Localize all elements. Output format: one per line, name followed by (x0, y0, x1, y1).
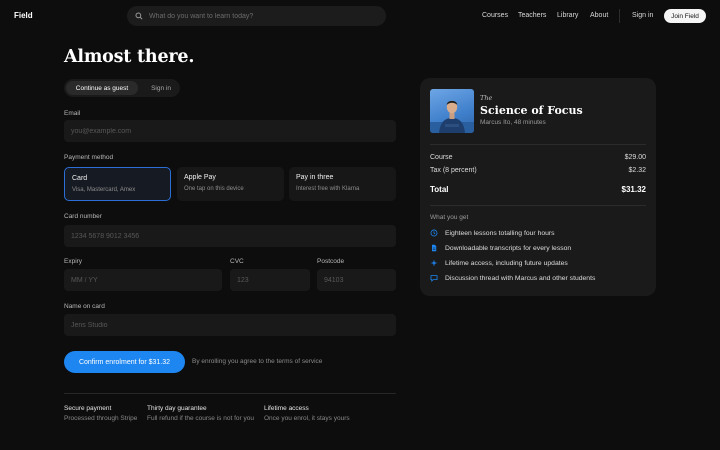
card-number-label: Card number (64, 213, 102, 220)
total-value: $31.32 (621, 185, 646, 194)
payment-option-subtitle: One tap on this device (184, 186, 244, 192)
course-eyebrow: The (480, 94, 493, 102)
chat-icon (430, 275, 438, 282)
feature-title-secure-payment: Secure payment (64, 405, 112, 412)
search-input[interactable] (149, 12, 369, 20)
benefit-item: Eighteen lessons totalling four hours (430, 229, 555, 237)
logo[interactable]: Field (14, 11, 33, 20)
confirm-enrolment-button[interactable]: Confirm enrolment for $31.32 (64, 351, 185, 373)
divider (430, 144, 646, 145)
course-price-value: $29.00 (624, 154, 646, 161)
tax-label: Tax (8 percent) (430, 167, 477, 174)
payment-option-subtitle: Interest free with Klarna (296, 186, 360, 192)
instructor-photo (430, 100, 474, 133)
benefit-item: Downloadable transcripts for every lesso… (430, 244, 571, 252)
feature-title-lifetime-access: Lifetime access (264, 405, 309, 412)
sign-in-tab[interactable]: Sign in (144, 81, 178, 95)
course-price-label: Course (430, 154, 453, 161)
payment-option-title: Pay in three (296, 174, 334, 181)
payment-option-title: Apple Pay (184, 174, 216, 181)
expiry-label: Expiry (64, 258, 83, 265)
benefit-text: Downloadable transcripts for every lesso… (445, 244, 572, 252)
checkout-mode-toggle: Continue as guest Sign in (64, 79, 180, 97)
email-field[interactable] (64, 120, 396, 142)
tax-value: $2.32 (628, 167, 646, 174)
payment-option-card[interactable]: Card Visa, Mastercard, Amex (64, 167, 171, 201)
cvc-field[interactable] (230, 269, 310, 291)
continue-as-guest-tab[interactable]: Continue as guest (66, 81, 138, 95)
order-summary-card: The Science of Focus Marcus Ito, 48 minu… (420, 78, 656, 296)
top-navigation: Field Courses Teachers Library About Sig… (0, 0, 720, 32)
payment-option-subtitle: Visa, Mastercard, Amex (72, 187, 136, 193)
postcode-label: Postcode (317, 258, 345, 265)
page-title: Almost there. (64, 47, 195, 67)
payment-option-title: Card (72, 175, 88, 182)
divider (430, 205, 646, 206)
nav-link-library[interactable]: Library (557, 12, 578, 19)
cvc-label: CVC (230, 258, 244, 265)
payment-option-pay-in-three[interactable]: Pay in three Interest free with Klarna (289, 167, 396, 201)
card-number-field[interactable] (64, 225, 396, 247)
course-meta: Marcus Ito, 48 minutes (480, 119, 546, 126)
benefit-text: Lifetime access, including future update… (445, 259, 568, 267)
sign-in-link[interactable]: Sign in (632, 12, 653, 19)
course-thumbnail (430, 89, 474, 133)
divider (64, 393, 396, 394)
feature-subtitle: Once you enrol, it stays yours (264, 415, 350, 422)
document-icon (432, 244, 437, 252)
email-label: Email (64, 110, 81, 117)
name-on-card-label: Name on card (64, 303, 105, 310)
feature-subtitle: Full refund if the course is not for you (147, 415, 254, 422)
postcode-field[interactable] (317, 269, 396, 291)
benefit-item: Discussion thread with Marcus and other … (430, 274, 595, 282)
feature-subtitle: Processed through Stripe (64, 415, 138, 422)
benefit-text: Discussion thread with Marcus and other … (445, 274, 596, 282)
payment-method-label: Payment method (64, 154, 114, 161)
course-name: Science of Focus (480, 104, 583, 117)
nav-link-about[interactable]: About (590, 12, 608, 19)
nav-divider (619, 9, 620, 23)
feature-title-guarantee: Thirty day guarantee (147, 405, 207, 412)
clock-icon (430, 229, 438, 237)
total-label: Total (430, 185, 449, 194)
nav-link-courses[interactable]: Courses (482, 12, 508, 19)
what-you-get-heading: What you get (430, 214, 469, 221)
sparkle-icon (430, 259, 438, 267)
terms-text: By enrolling you agree to the terms of s… (192, 358, 323, 365)
search-bar[interactable] (127, 6, 386, 26)
benefit-item: Lifetime access, including future update… (430, 259, 568, 267)
name-on-card-field[interactable] (64, 314, 396, 336)
benefit-text: Eighteen lessons totalling four hours (445, 229, 555, 237)
join-button[interactable]: Join Field (664, 9, 706, 23)
payment-option-apple-pay[interactable]: Apple Pay One tap on this device (177, 167, 284, 201)
nav-link-teachers[interactable]: Teachers (518, 12, 546, 19)
expiry-field[interactable] (64, 269, 222, 291)
search-icon (135, 12, 143, 20)
